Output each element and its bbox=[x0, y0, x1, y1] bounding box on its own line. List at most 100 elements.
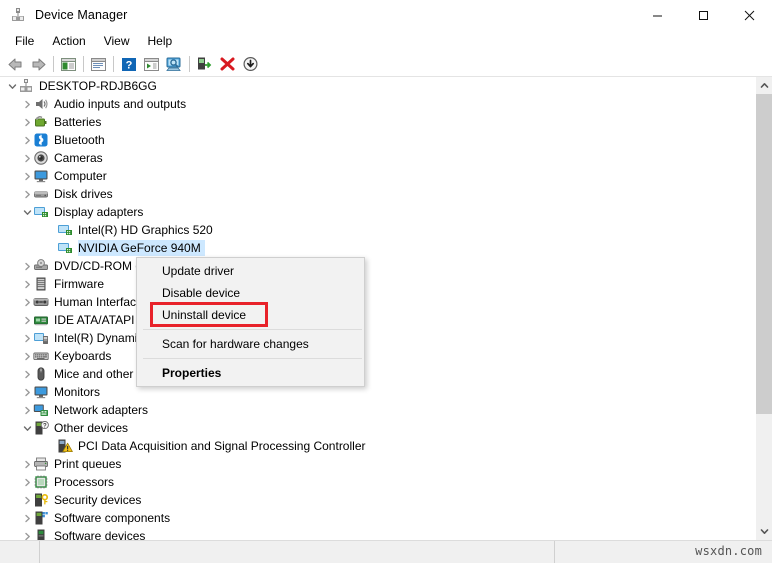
expander[interactable] bbox=[21, 311, 33, 329]
expander-collapsed-icon[interactable] bbox=[23, 100, 32, 109]
tree-item[interactable]: DESKTOP-RDJB6GG bbox=[0, 77, 746, 95]
tree-item[interactable]: Human Interface Devices bbox=[0, 293, 746, 311]
menu-action[interactable]: Action bbox=[43, 31, 94, 51]
expander[interactable] bbox=[21, 509, 33, 527]
tree-item[interactable]: ? Other devices bbox=[0, 419, 746, 437]
expander-collapsed-icon[interactable] bbox=[23, 406, 32, 415]
back-icon[interactable] bbox=[4, 53, 27, 75]
expander-collapsed-icon[interactable] bbox=[23, 370, 32, 379]
forward-icon[interactable] bbox=[27, 53, 50, 75]
show-hide-console-tree-icon[interactable] bbox=[57, 53, 80, 75]
expander-collapsed-icon[interactable] bbox=[23, 532, 32, 541]
scroll-down-arrow-icon[interactable] bbox=[756, 523, 772, 540]
expander[interactable] bbox=[21, 167, 33, 185]
tree-item[interactable]: Software components bbox=[0, 509, 746, 527]
expander[interactable] bbox=[21, 491, 33, 509]
tree-item[interactable]: Computer bbox=[0, 167, 746, 185]
tree-item[interactable]: Keyboards bbox=[0, 347, 746, 365]
expander-collapsed-icon[interactable] bbox=[23, 316, 32, 325]
tree-item[interactable]: Disk drives bbox=[0, 185, 746, 203]
expander-collapsed-icon[interactable] bbox=[23, 298, 32, 307]
menu-help[interactable]: Help bbox=[139, 31, 182, 51]
tree-item[interactable]: Bluetooth bbox=[0, 131, 746, 149]
expander[interactable] bbox=[21, 473, 33, 491]
tree-item[interactable]: Audio inputs and outputs bbox=[0, 95, 746, 113]
scrollbar-track[interactable] bbox=[756, 94, 772, 523]
vertical-scrollbar[interactable] bbox=[755, 77, 772, 540]
close-button[interactable] bbox=[726, 0, 772, 30]
expander-collapsed-icon[interactable] bbox=[23, 190, 32, 199]
expander-collapsed-icon[interactable] bbox=[23, 514, 32, 523]
expander-collapsed-icon[interactable] bbox=[23, 118, 32, 127]
expander-collapsed-icon[interactable] bbox=[23, 496, 32, 505]
context-menu[interactable]: Update driver Disable device Uninstall d… bbox=[136, 257, 365, 387]
expander-collapsed-icon[interactable] bbox=[23, 154, 32, 163]
context-menu-item-properties[interactable]: Properties bbox=[137, 362, 364, 384]
menu-view[interactable]: View bbox=[95, 31, 139, 51]
expander[interactable] bbox=[6, 77, 18, 95]
expander-collapsed-icon[interactable] bbox=[23, 172, 32, 181]
tree-item[interactable]: Print queues bbox=[0, 455, 746, 473]
expander[interactable] bbox=[21, 185, 33, 203]
tree-item[interactable]: Network adapters bbox=[0, 401, 746, 419]
menu-file[interactable]: File bbox=[6, 31, 43, 51]
tree-item[interactable]: PCI Data Acquisition and Signal Processi… bbox=[0, 437, 746, 455]
tree-item[interactable]: Display adapters bbox=[0, 203, 746, 221]
tree-item[interactable]: Software devices bbox=[0, 527, 746, 540]
expander[interactable] bbox=[21, 203, 33, 221]
expander[interactable] bbox=[21, 131, 33, 149]
properties-icon[interactable] bbox=[87, 53, 110, 75]
tree-item[interactable]: Batteries bbox=[0, 113, 746, 131]
uninstall-device-icon[interactable] bbox=[216, 53, 239, 75]
scan-for-hardware-changes-icon[interactable] bbox=[163, 53, 186, 75]
enable-device-icon[interactable] bbox=[193, 53, 216, 75]
maximize-button[interactable] bbox=[680, 0, 726, 30]
expander[interactable] bbox=[21, 527, 33, 540]
scrollbar-thumb[interactable] bbox=[756, 94, 772, 414]
expander[interactable] bbox=[21, 329, 33, 347]
expander[interactable] bbox=[21, 257, 33, 275]
tree-item[interactable]: Monitors bbox=[0, 383, 746, 401]
context-menu-item-update-driver[interactable]: Update driver bbox=[137, 260, 364, 282]
expander-collapsed-icon[interactable] bbox=[23, 478, 32, 487]
expander-expanded-icon[interactable] bbox=[8, 82, 17, 91]
tree-item[interactable]: Intel(R) Dynamic Platform and Thermal Fr… bbox=[0, 329, 746, 347]
expander-collapsed-icon[interactable] bbox=[23, 262, 32, 271]
tree-item[interactable]: DVD/CD-ROM drives bbox=[0, 257, 746, 275]
expander[interactable] bbox=[21, 113, 33, 131]
expander-expanded-icon[interactable] bbox=[23, 424, 32, 433]
expander-collapsed-icon[interactable] bbox=[23, 352, 32, 361]
tree-item[interactable]: Firmware bbox=[0, 275, 746, 293]
expander-collapsed-icon[interactable] bbox=[23, 388, 32, 397]
expander[interactable] bbox=[21, 383, 33, 401]
tree-item[interactable]: Mice and other pointing devices bbox=[0, 365, 746, 383]
expander-expanded-icon[interactable] bbox=[23, 208, 32, 217]
expander[interactable] bbox=[21, 365, 33, 383]
expander-collapsed-icon[interactable] bbox=[23, 460, 32, 469]
tree-item[interactable]: NVIDIA GeForce 940M bbox=[0, 239, 746, 257]
expander[interactable] bbox=[21, 275, 33, 293]
tree-item[interactable]: Intel(R) HD Graphics 520 bbox=[0, 221, 746, 239]
expander-collapsed-icon[interactable] bbox=[23, 334, 32, 343]
expander[interactable] bbox=[21, 455, 33, 473]
expander-collapsed-icon[interactable] bbox=[23, 136, 32, 145]
expander[interactable] bbox=[21, 95, 33, 113]
expander[interactable] bbox=[21, 401, 33, 419]
tree-item[interactable]: Processors bbox=[0, 473, 746, 491]
context-menu-item-disable-device[interactable]: Disable device bbox=[137, 282, 364, 304]
context-menu-item-uninstall-device[interactable]: Uninstall device bbox=[137, 304, 364, 326]
minimize-button[interactable] bbox=[634, 0, 680, 30]
disable-device-icon[interactable] bbox=[239, 53, 262, 75]
context-menu-item-scan-for-hardware-changes[interactable]: Scan for hardware changes bbox=[137, 333, 364, 355]
device-tree[interactable]: DESKTOP-RDJB6GG Audio inputs and outputs B… bbox=[0, 77, 746, 540]
tree-item[interactable]: Cameras bbox=[0, 149, 746, 167]
update-driver-icon[interactable] bbox=[140, 53, 163, 75]
expander[interactable] bbox=[21, 419, 33, 437]
expander[interactable] bbox=[21, 293, 33, 311]
help-icon[interactable]: ? bbox=[117, 53, 140, 75]
expander[interactable] bbox=[21, 149, 33, 167]
expander-collapsed-icon[interactable] bbox=[23, 280, 32, 289]
tree-item[interactable]: Security devices bbox=[0, 491, 746, 509]
scroll-up-arrow-icon[interactable] bbox=[756, 77, 772, 94]
tree-item[interactable]: IDE ATA/ATAPI controllers bbox=[0, 311, 746, 329]
